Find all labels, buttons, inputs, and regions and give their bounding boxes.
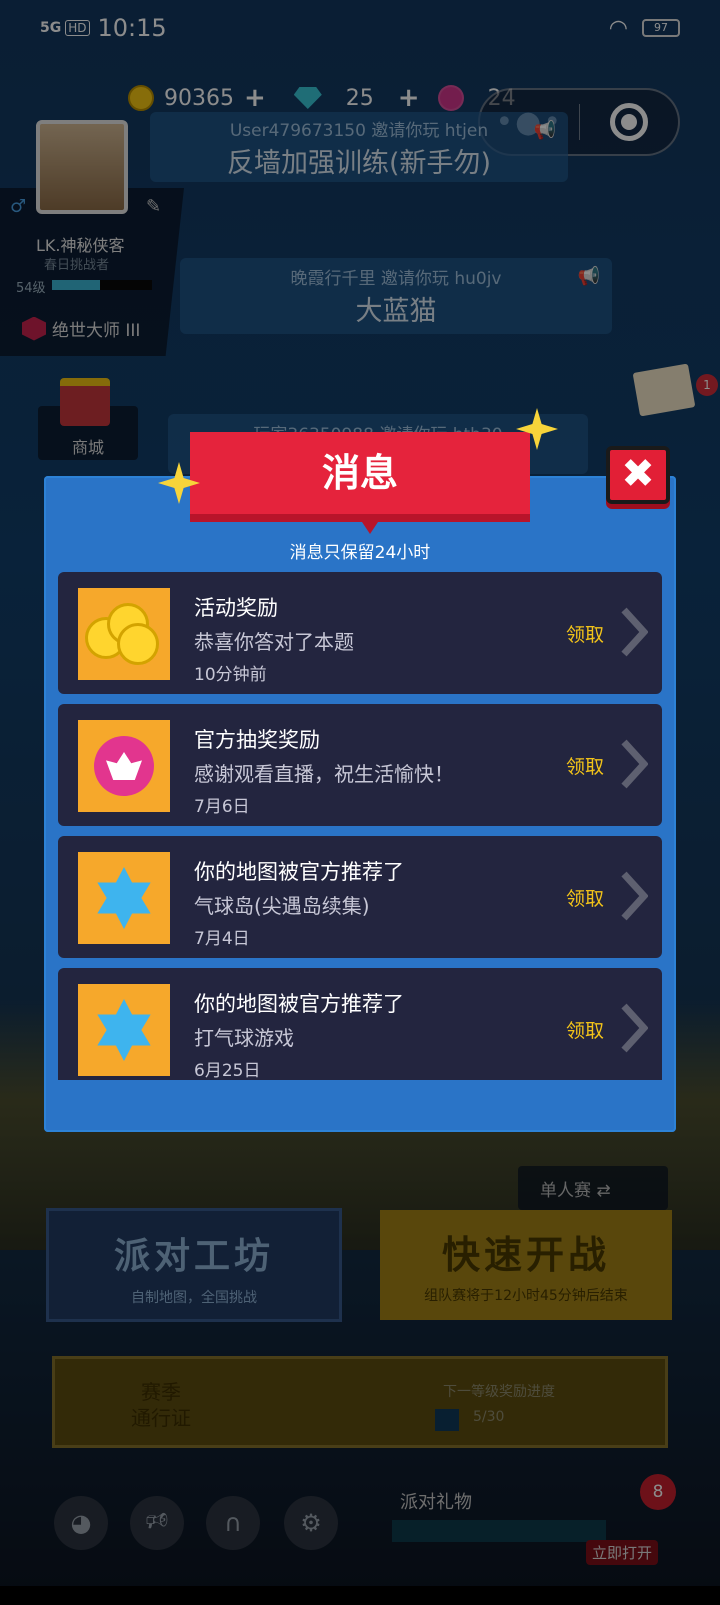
- message-time: 7月4日: [194, 929, 250, 949]
- message-title: 你的地图被官方推荐了: [194, 992, 404, 1016]
- message-list[interactable]: 活动奖励 恭喜你答对了本题 10分钟前 领取 官方抽奖奖励 感谢观看直播，祝生活…: [58, 572, 662, 1080]
- close-button[interactable]: ✖: [606, 446, 670, 504]
- message-time: 6月25日: [194, 1061, 261, 1080]
- message-body: 感谢观看直播，祝生活愉快！: [194, 762, 454, 786]
- blue-crystal-icon: [78, 852, 170, 944]
- message-time: 7月6日: [194, 797, 250, 817]
- message-item[interactable]: 官方抽奖奖励 感谢观看直播，祝生活愉快！ 7月6日 领取: [58, 704, 662, 826]
- message-body: 气球岛(尖遇岛续集): [194, 894, 370, 918]
- claim-button[interactable]: 领取: [566, 1016, 604, 1043]
- message-body: 打气球游戏: [194, 1026, 294, 1050]
- claim-button[interactable]: 领取: [566, 620, 604, 647]
- message-item[interactable]: 你的地图被官方推荐了 打气球游戏 6月25日 领取: [58, 968, 662, 1080]
- message-title: 官方抽奖奖励: [194, 728, 320, 752]
- dialog-title: 消息: [190, 432, 530, 534]
- chevron-right-icon[interactable]: [618, 1002, 648, 1054]
- claim-button[interactable]: 领取: [566, 884, 604, 911]
- gold-coins-icon: [78, 588, 170, 680]
- chevron-right-icon[interactable]: [618, 870, 648, 922]
- chevron-right-icon[interactable]: [618, 606, 648, 658]
- system-navigation-bar: [0, 1586, 720, 1605]
- message-item[interactable]: 活动奖励 恭喜你答对了本题 10分钟前 领取: [58, 572, 662, 694]
- claim-button[interactable]: 领取: [566, 752, 604, 779]
- message-item[interactable]: 你的地图被官方推荐了 气球岛(尖遇岛续集) 7月4日 领取: [58, 836, 662, 958]
- message-time: 10分钟前: [194, 665, 267, 685]
- chevron-right-icon[interactable]: [618, 738, 648, 790]
- message-title: 活动奖励: [194, 596, 278, 620]
- blue-crystal-icon: [78, 984, 170, 1076]
- message-body: 恭喜你答对了本题: [194, 630, 354, 654]
- lotus-ticket-icon: [78, 720, 170, 812]
- dialog-note: 消息只保留24小时: [289, 543, 431, 563]
- message-title: 你的地图被官方推荐了: [194, 860, 404, 884]
